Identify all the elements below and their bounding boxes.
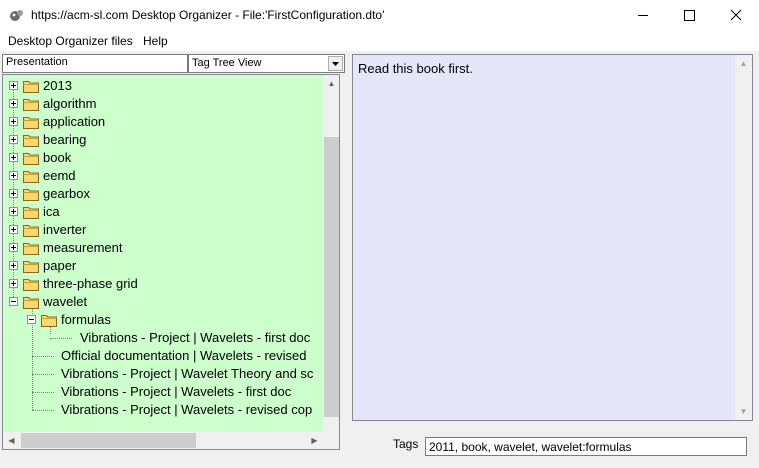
tree-node-label: book <box>43 150 72 165</box>
presentation-label: Presentation <box>2 54 188 73</box>
maximize-button[interactable] <box>666 0 712 31</box>
window-title: https://acm-sl.com Desktop Organizer - F… <box>31 8 385 22</box>
tree-node-label: inverter <box>43 222 87 237</box>
close-icon <box>730 9 742 21</box>
tree-node-label: wavelet <box>43 294 88 309</box>
tree-folder-node[interactable]: eemd <box>3 167 323 185</box>
dropdown-arrow[interactable] <box>328 56 343 71</box>
folder-icon <box>23 261 39 273</box>
expand-plus-icon[interactable] <box>9 261 18 270</box>
tree-folder-node[interactable]: paper <box>3 257 323 275</box>
tree-vertical-scrollbar[interactable]: ▲ <box>323 75 339 432</box>
tree-leaf-node[interactable]: Vibrations - Project | Wavelets - revise… <box>3 401 323 419</box>
tree-folder-node[interactable]: algorithm <box>3 95 323 113</box>
notes-scroll-up-icon[interactable]: ▲ <box>735 55 752 72</box>
collapse-minus-icon[interactable] <box>27 315 36 324</box>
menu-bar: Desktop Organizer files Help <box>0 31 759 51</box>
tree-node-label: Vibrations - Project | Wavelets - first … <box>61 384 292 399</box>
tree-folder-node[interactable]: wavelet <box>3 293 323 311</box>
tree-leaf-node[interactable]: Vibrations - Project | Wavelet Theory an… <box>3 365 323 383</box>
view-mode-value: Tag Tree View <box>192 57 262 69</box>
minimize-button[interactable] <box>620 0 666 31</box>
tree-node-label: measurement <box>43 240 123 255</box>
tree-node-label: paper <box>43 258 77 273</box>
expand-plus-icon[interactable] <box>9 279 18 288</box>
tree-node-label: Vibrations - Project | Wavelets - first … <box>80 330 311 345</box>
expand-plus-icon[interactable] <box>9 225 18 234</box>
tree-hscroll-thumb[interactable] <box>21 433 196 448</box>
folder-icon <box>23 279 39 291</box>
expand-plus-icon[interactable] <box>9 117 18 126</box>
scroll-right-icon[interactable]: ▶ <box>306 432 323 449</box>
tree-folder-node[interactable]: three-phase grid <box>3 275 323 293</box>
tree-node-label: Vibrations - Project | Wavelets - revise… <box>61 402 313 417</box>
folder-icon <box>23 117 39 129</box>
tree-node-label: ica <box>43 204 60 219</box>
tree-node-label: Vibrations - Project | Wavelet Theory an… <box>61 366 314 381</box>
tree-folder-node[interactable]: measurement <box>3 239 323 257</box>
folder-icon <box>23 207 39 219</box>
tree-folder-node[interactable]: ica <box>3 203 323 221</box>
tree-node-label: algorithm <box>43 96 97 111</box>
expand-plus-icon[interactable] <box>9 207 18 216</box>
tags-input[interactable] <box>425 437 747 456</box>
tree-leaf-node[interactable]: Official documentation | Wavelets - revi… <box>3 347 323 365</box>
tree-node-label: 2013 <box>43 78 72 93</box>
folder-icon <box>23 225 39 237</box>
tree-folder-node[interactable]: inverter <box>3 221 323 239</box>
expand-plus-icon[interactable] <box>9 189 18 198</box>
folder-icon <box>23 153 39 165</box>
collapse-minus-icon[interactable] <box>9 297 18 306</box>
tree-node-label: application <box>43 114 106 129</box>
expand-plus-icon[interactable] <box>9 243 18 252</box>
tree-folder-node[interactable]: bearing <box>3 131 323 149</box>
scrollbar-corner <box>323 432 339 449</box>
folder-icon <box>23 171 39 183</box>
tree-leaf-node[interactable]: Vibrations - Project | Wavelets - first … <box>3 329 323 347</box>
view-mode-select[interactable]: Tag Tree View <box>188 54 345 73</box>
folder-icon <box>23 135 39 147</box>
app-icon <box>10 10 23 21</box>
scroll-left-icon[interactable]: ◀ <box>3 432 20 449</box>
scroll-up-icon[interactable]: ▲ <box>323 75 339 92</box>
tree-folder-node[interactable]: application <box>3 113 323 131</box>
tree-folder-node[interactable]: gearbox <box>3 185 323 203</box>
menu-help[interactable]: Help <box>143 34 168 48</box>
tree-leaf-node[interactable]: Vibrations - Project | Wavelets - first … <box>3 383 323 401</box>
tree-node-label: bearing <box>43 132 87 147</box>
maximize-icon <box>684 10 695 21</box>
folder-icon <box>23 297 39 309</box>
expand-plus-icon[interactable] <box>9 171 18 180</box>
tree-folder-node[interactable]: book <box>3 149 323 167</box>
title-bar: https://acm-sl.com Desktop Organizer - F… <box>0 0 759 31</box>
folder-icon <box>23 99 39 111</box>
close-button[interactable] <box>713 0 759 31</box>
expand-plus-icon[interactable] <box>9 135 18 144</box>
notes-scroll-down-icon[interactable]: ▼ <box>735 403 752 420</box>
folder-icon <box>41 315 57 327</box>
folder-icon <box>23 81 39 93</box>
chevron-down-icon <box>332 62 339 66</box>
tags-label: Tags <box>393 437 419 451</box>
tree-vscroll-thumb[interactable] <box>324 137 339 417</box>
minimize-icon <box>638 15 648 16</box>
tree-horizontal-scrollbar[interactable]: ◀ ▶ <box>3 432 323 449</box>
tree-node-label: Official documentation | Wavelets - revi… <box>61 348 307 363</box>
tree-node-label: three-phase grid <box>43 276 138 291</box>
folder-icon <box>23 189 39 201</box>
menu-desktop-organizer-files[interactable]: Desktop Organizer files <box>8 34 133 48</box>
notes-text[interactable]: Read this book first. <box>358 61 473 76</box>
notes-vertical-scrollbar[interactable]: ▲ ▼ <box>735 55 752 420</box>
expand-plus-icon[interactable] <box>9 153 18 162</box>
tree-folder-node[interactable]: 2013 <box>3 77 323 95</box>
notes-panel[interactable]: Read this book first. ▲ ▼ <box>352 54 753 421</box>
tree-node-label: gearbox <box>43 186 90 201</box>
expand-plus-icon[interactable] <box>9 81 18 90</box>
folder-icon <box>23 243 39 255</box>
tag-tree[interactable]: 2013 algorithm application bearing book eemd g… <box>2 74 340 450</box>
tree-node-label: formulas <box>61 312 111 327</box>
tree-node-label: eemd <box>43 168 76 183</box>
tree-folder-node[interactable]: formulas <box>3 311 323 329</box>
expand-plus-icon[interactable] <box>9 99 18 108</box>
